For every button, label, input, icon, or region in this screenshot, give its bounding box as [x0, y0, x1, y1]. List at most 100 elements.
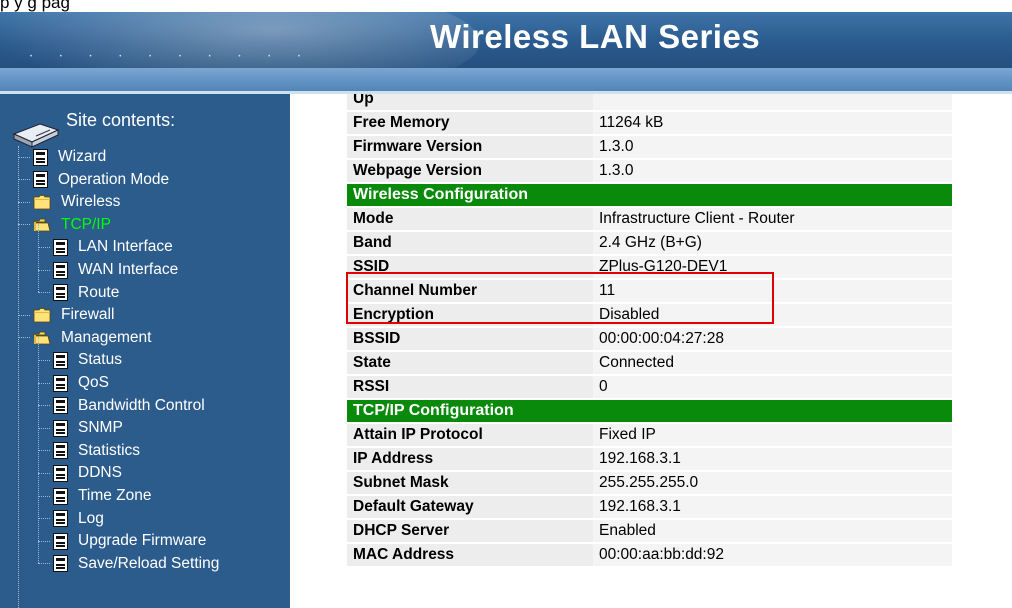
tree-connector — [38, 246, 50, 248]
section-title: Wireless Configuration — [347, 184, 952, 206]
sidebar-item-route[interactable]: Route — [38, 282, 119, 304]
status-row: Free Memory 11264 kB — [347, 112, 952, 134]
sidebar-item-snmp[interactable]: SNMP — [38, 417, 123, 439]
document-icon — [53, 351, 68, 369]
status-content: Up Free Memory 11264 kB Firmware Version 1.3… — [290, 94, 1012, 608]
section-header-row: Wireless Configuration — [347, 184, 952, 206]
status-row: Up — [347, 94, 952, 110]
document-icon — [53, 510, 68, 528]
status-key: Default Gateway — [347, 496, 593, 518]
document-icon — [53, 238, 68, 256]
document-icon — [53, 397, 68, 415]
document-icon — [53, 487, 68, 505]
folder-open-icon — [33, 218, 51, 232]
tree-connector — [38, 495, 50, 497]
sidebar-item-statistics[interactable]: Statistics — [38, 440, 140, 462]
status-row: State Connected — [347, 352, 952, 374]
sidebar-item-firewall[interactable]: Firewall — [18, 304, 114, 326]
tree-connector — [38, 427, 50, 429]
document-icon — [53, 284, 68, 302]
status-value: 255.255.255.0 — [593, 472, 952, 494]
status-value: 192.168.3.1 — [593, 448, 952, 470]
status-key: Band — [347, 232, 593, 254]
status-value: 192.168.3.1 — [593, 496, 952, 518]
site-contents-header: Site contents: — [8, 102, 278, 148]
status-value: 00:00:00:04:27:28 — [593, 328, 952, 350]
top-cropped-text: p y g pag — [0, 0, 1012, 12]
sidebar-item-log[interactable]: Log — [38, 508, 104, 530]
folder-closed-icon — [33, 308, 51, 323]
sidebar-item-time-zone[interactable]: Time Zone — [38, 485, 152, 507]
state-rssi-highlight-box — [346, 272, 774, 324]
header-subbar — [0, 68, 1012, 94]
tree-connector — [18, 314, 30, 316]
document-icon — [53, 464, 68, 482]
drive-icon — [12, 123, 60, 148]
sidebar-item-upgrade-firmware[interactable]: Upgrade Firmware — [38, 530, 206, 552]
sidebar-item-label: Route — [78, 283, 120, 301]
status-key: DHCP Server — [347, 520, 593, 542]
sidebar-item-label: Wizard — [58, 148, 107, 165]
sidebar-item-operation-mode[interactable]: Operation Mode — [18, 169, 169, 191]
sidebar-item-label: DDNS — [78, 464, 122, 482]
status-key: Firmware Version — [347, 136, 593, 158]
status-key: Free Memory — [347, 112, 593, 134]
banner-dots: • • • • • • • • • • — [30, 54, 314, 60]
sidebar-item-label: SNMP — [78, 419, 123, 437]
status-value: 00:00:aa:bb:dd:92 — [593, 544, 952, 566]
sidebar-item-tcp-ip[interactable]: TCP/IP — [18, 214, 111, 236]
sidebar-item-label: LAN Interface — [78, 238, 173, 256]
status-key: RSSI — [347, 376, 593, 398]
sidebar-item-label: Statistics — [78, 441, 141, 459]
sidebar-item-status[interactable]: Status — [38, 349, 122, 371]
tree-connector — [38, 518, 50, 520]
tree-connector — [18, 179, 30, 181]
tree-connector — [38, 563, 50, 565]
tree-connector — [38, 405, 50, 407]
sidebar-item-wireless[interactable]: Wireless — [18, 191, 120, 213]
document-icon — [53, 442, 68, 460]
sidebar-item-label: Upgrade Firmware — [78, 532, 207, 550]
status-row: Firmware Version 1.3.0 — [347, 136, 952, 158]
folder-open-icon — [33, 331, 51, 345]
status-row: RSSI 0 — [347, 376, 952, 398]
document-icon — [53, 532, 68, 550]
status-row: Mode Infrastructure Client - Router — [347, 208, 952, 230]
sidebar-item-label: QoS — [78, 374, 110, 391]
sidebar-item-save-reload-setting[interactable]: Save/Reload Setting — [38, 553, 219, 575]
tree-connector — [18, 156, 30, 158]
status-value: Fixed IP — [593, 424, 952, 446]
sidebar-item-wan-interface[interactable]: WAN Interface — [38, 259, 178, 281]
sidebar-item-bandwidth-control[interactable]: Bandwidth Control — [38, 395, 205, 417]
tree-connector — [18, 224, 30, 226]
status-value: Connected — [593, 352, 952, 374]
status-value: Infrastructure Client - Router — [593, 208, 952, 230]
sidebar-item-label: Log — [78, 509, 104, 527]
status-table: Up Free Memory 11264 kB Firmware Version 1.3… — [347, 94, 952, 568]
sidebar-item-label: Operation Mode — [58, 170, 170, 188]
sidebar-item-label: Time Zone — [78, 487, 152, 504]
top-cropped-text-line: p y g pag — [0, 0, 70, 12]
status-value: 1.3.0 — [593, 136, 952, 158]
status-value: 11264 kB — [593, 112, 952, 134]
tree-connector — [38, 472, 50, 474]
page-title: Wireless LAN Series — [430, 18, 761, 55]
document-icon — [33, 148, 48, 166]
sidebar-item-ddns[interactable]: DDNS — [38, 462, 122, 484]
sidebar-item-label: Firewall — [61, 306, 115, 324]
sidebar-item-label: TCP/IP — [61, 215, 111, 233]
status-value: 0 — [593, 376, 952, 398]
sidebar-item-wizard[interactable]: Wizard — [18, 146, 106, 168]
tree-connector — [38, 292, 50, 294]
tree-connector — [38, 540, 50, 542]
folder-closed-icon — [33, 195, 51, 210]
document-icon — [53, 261, 68, 279]
status-value: 1.3.0 — [593, 160, 952, 182]
sidebar-item-lan-interface[interactable]: LAN Interface — [38, 236, 173, 258]
status-key: Mode — [347, 208, 593, 230]
tree-connector — [18, 201, 30, 203]
sidebar-item-qos[interactable]: QoS — [38, 372, 109, 394]
status-key: IP Address — [347, 448, 593, 470]
document-icon — [33, 171, 48, 189]
tree-guide-line — [38, 223, 39, 292]
